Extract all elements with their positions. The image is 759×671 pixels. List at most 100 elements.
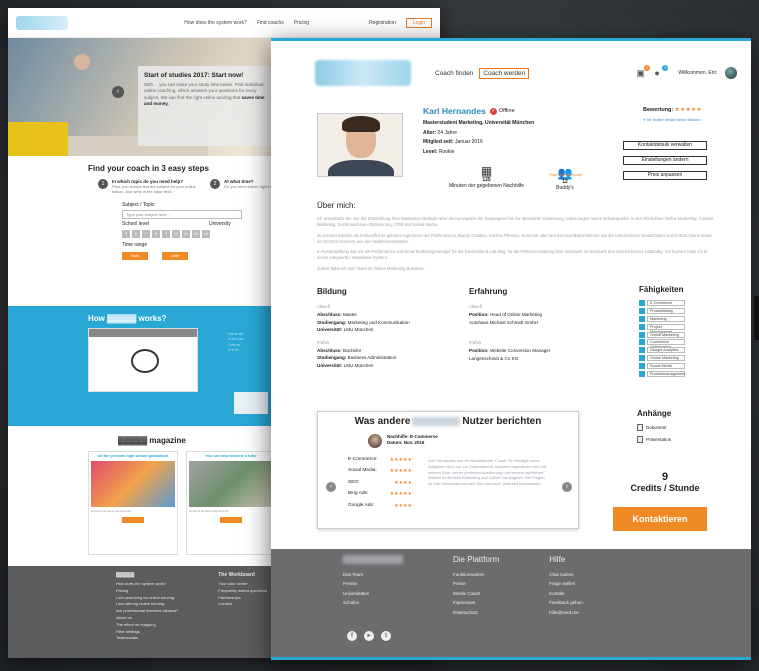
footer-link[interactable]: Impressum bbox=[453, 598, 499, 607]
stat-buddies: 👥 Fügen Sie als Buddy! 12 Buddy's bbox=[535, 167, 595, 191]
back-nav: How does the system work? Find coachs Pr… bbox=[8, 8, 440, 38]
footer-link[interactable]: I am offering online tutoring bbox=[116, 601, 178, 608]
footer-link[interactable]: Presse bbox=[343, 579, 403, 588]
nav-how[interactable]: How does the system work? bbox=[184, 20, 247, 26]
footer-link[interactable]: About us bbox=[116, 615, 178, 622]
education-previous-label: Früher bbox=[317, 339, 330, 345]
login-button[interactable]: Login bbox=[405, 17, 432, 28]
card-more-button[interactable] bbox=[220, 516, 242, 523]
skills-title: Fähigkeiten bbox=[639, 285, 684, 294]
skill-tag: Online Marketing bbox=[639, 355, 685, 362]
footer-heading: ▓▓▓▓▓ bbox=[116, 572, 135, 578]
footer-link[interactable]: Schulen bbox=[343, 598, 403, 607]
later-button[interactable]: Later bbox=[162, 252, 188, 261]
step-number: 1 bbox=[98, 179, 108, 189]
nav-pricing[interactable]: Pricing bbox=[294, 20, 309, 26]
footer: Das Team Presse Universitäten Schulen Di… bbox=[271, 549, 751, 660]
chevron-left-icon[interactable]: ‹ bbox=[326, 482, 336, 492]
footer-link[interactable]: Testimonials bbox=[116, 635, 178, 642]
nav-find[interactable]: Find coachs bbox=[257, 20, 284, 26]
card-more-button[interactable] bbox=[122, 516, 144, 523]
now-button[interactable]: Now bbox=[122, 252, 148, 261]
footer-link[interactable]: Feedback geben bbox=[549, 598, 583, 607]
step-text: First, you should find the subject for y… bbox=[112, 184, 196, 195]
grade-chip[interactable]: 13 bbox=[202, 230, 210, 239]
grade-chip[interactable]: 12 bbox=[192, 230, 200, 239]
footer-link[interactable]: How does the system work? bbox=[116, 581, 178, 588]
profile-stats: ▦ 125 Minuten der gegebenen Nachhilfe bbox=[449, 165, 524, 189]
footer-heading: Hilfe bbox=[549, 555, 566, 564]
footer-link[interactable]: Frage stellen bbox=[549, 579, 583, 588]
blog-icon[interactable]: ▸ bbox=[364, 631, 374, 641]
grade-chip[interactable]: 10 bbox=[172, 230, 180, 239]
contact-button[interactable]: Kontaktieren bbox=[613, 507, 707, 531]
skills-section: Fähigkeiten E-Commerce Produktlisting Ma… bbox=[639, 285, 685, 379]
edu1-degree: Abschluss: Master bbox=[317, 312, 358, 318]
step-1: 1 In which topic do you need help? First,… bbox=[98, 179, 198, 194]
chevron-right-icon[interactable]: › bbox=[562, 482, 572, 492]
subject-input[interactable]: Type your subject here... bbox=[122, 210, 242, 220]
footer-link[interactable]: Frequently asked questions bbox=[218, 588, 267, 595]
footer-link[interactable]: hilfe@nerd.me bbox=[549, 608, 583, 617]
footer-link[interactable]: Werde Coach bbox=[453, 589, 499, 598]
grade-chip[interactable]: 5 bbox=[122, 230, 130, 239]
magazine-card[interactable]: All the persons high school graduation ▪… bbox=[88, 451, 178, 555]
step-number: 2 bbox=[210, 179, 220, 189]
reviews-carousel: Was andere Nutzer berichten Nachhilfe: E-… bbox=[317, 411, 579, 529]
skill-tag: Online Marketing bbox=[639, 331, 685, 338]
profile-info: Karl Hernandes ✓ Offline Masterstudent Ma… bbox=[423, 103, 534, 157]
footer-link[interactable]: The effect on mapping bbox=[116, 622, 178, 629]
skill-icon bbox=[639, 363, 645, 370]
education-title: Bildung bbox=[317, 287, 347, 296]
change-settings-button[interactable]: Einstellungen ändern bbox=[623, 156, 707, 165]
footer-link[interactable]: Are professional teachers allowed? bbox=[116, 608, 178, 615]
footer-link[interactable]: Datenschutz bbox=[453, 608, 499, 617]
footer-link[interactable]: Universitäten bbox=[343, 589, 403, 598]
photo-hair bbox=[342, 116, 380, 132]
skill-icon bbox=[639, 355, 645, 362]
footer-link[interactable]: Funktionsweise bbox=[453, 570, 499, 579]
registration-link[interactable]: Registration bbox=[369, 20, 396, 26]
avatar[interactable] bbox=[725, 67, 737, 79]
skill-icon bbox=[639, 323, 645, 330]
footer-link[interactable]: Filter settings bbox=[116, 629, 178, 636]
grade-chip[interactable]: 9 bbox=[162, 230, 170, 239]
nav-coach-finden[interactable]: Coach finden bbox=[435, 70, 473, 77]
footer-link[interactable]: Your tutor center bbox=[218, 581, 267, 588]
attachment-document[interactable]: Dokument bbox=[637, 424, 671, 431]
twitter-icon[interactable]: t bbox=[381, 631, 391, 641]
nav-coach-werden[interactable]: Coach werden bbox=[479, 67, 530, 79]
offline-icon: ✓ bbox=[489, 107, 497, 115]
video-player[interactable] bbox=[88, 328, 198, 392]
footer-link[interactable]: Preise bbox=[453, 579, 499, 588]
back-footer-col1: ▓▓▓▓▓ How does the system work? Pricing … bbox=[116, 572, 178, 658]
footer-link[interactable]: Partnerships bbox=[218, 595, 267, 602]
add-buddy-link[interactable]: Fügen Sie als Buddy! bbox=[549, 173, 582, 177]
hero-text: With ... you can make your study time ea… bbox=[144, 82, 265, 106]
magazine-card[interactable]: You can now become a tutor ▪▪▪ ▪▪▪▪ ▪▪ ▪… bbox=[186, 451, 276, 555]
manage-contact-details-button[interactable]: Kontaktdetails verwalten bbox=[623, 141, 707, 150]
exp2-position: Position: Website Conversion Manager bbox=[469, 348, 551, 354]
attachment-presentation[interactable]: Präsentation bbox=[637, 436, 671, 443]
footer-link[interactable]: Pricing bbox=[116, 588, 178, 595]
footer-link[interactable]: Contact bbox=[218, 601, 267, 608]
grade-chip[interactable]: 8 bbox=[152, 230, 160, 239]
user-icon[interactable]: ● 3 bbox=[654, 64, 669, 78]
footer-link[interactable]: Chat nutzen bbox=[549, 570, 583, 579]
footer-link[interactable]: I am searching for online tutoring bbox=[116, 595, 178, 602]
bag-icon[interactable]: ▣ 2 bbox=[636, 64, 651, 78]
hero-prev-arrow-icon[interactable]: ‹ bbox=[112, 86, 124, 98]
grade-chip[interactable]: 7 bbox=[142, 230, 150, 239]
grade-chip[interactable]: 6 bbox=[132, 230, 140, 239]
review-ratings: E-Commerce: ★★★★★ Social Media: ★★★★★ SEO:… bbox=[348, 457, 412, 515]
logo[interactable] bbox=[315, 60, 411, 86]
footer-link[interactable]: Das Team bbox=[343, 570, 403, 579]
grade-chip[interactable]: 11 bbox=[182, 230, 190, 239]
footer-link[interactable]: Kontakt bbox=[549, 589, 583, 598]
profile-name-row: Karl Hernandes ✓ Offline bbox=[423, 103, 534, 119]
card-image bbox=[91, 461, 175, 507]
facebook-icon[interactable]: f bbox=[347, 631, 357, 641]
video-thumbnail bbox=[131, 349, 159, 373]
adjust-price-button[interactable]: Preis anpassen bbox=[623, 171, 707, 180]
profile-subtitle: Masterstudent Marketing, Universität Mün… bbox=[423, 120, 535, 127]
